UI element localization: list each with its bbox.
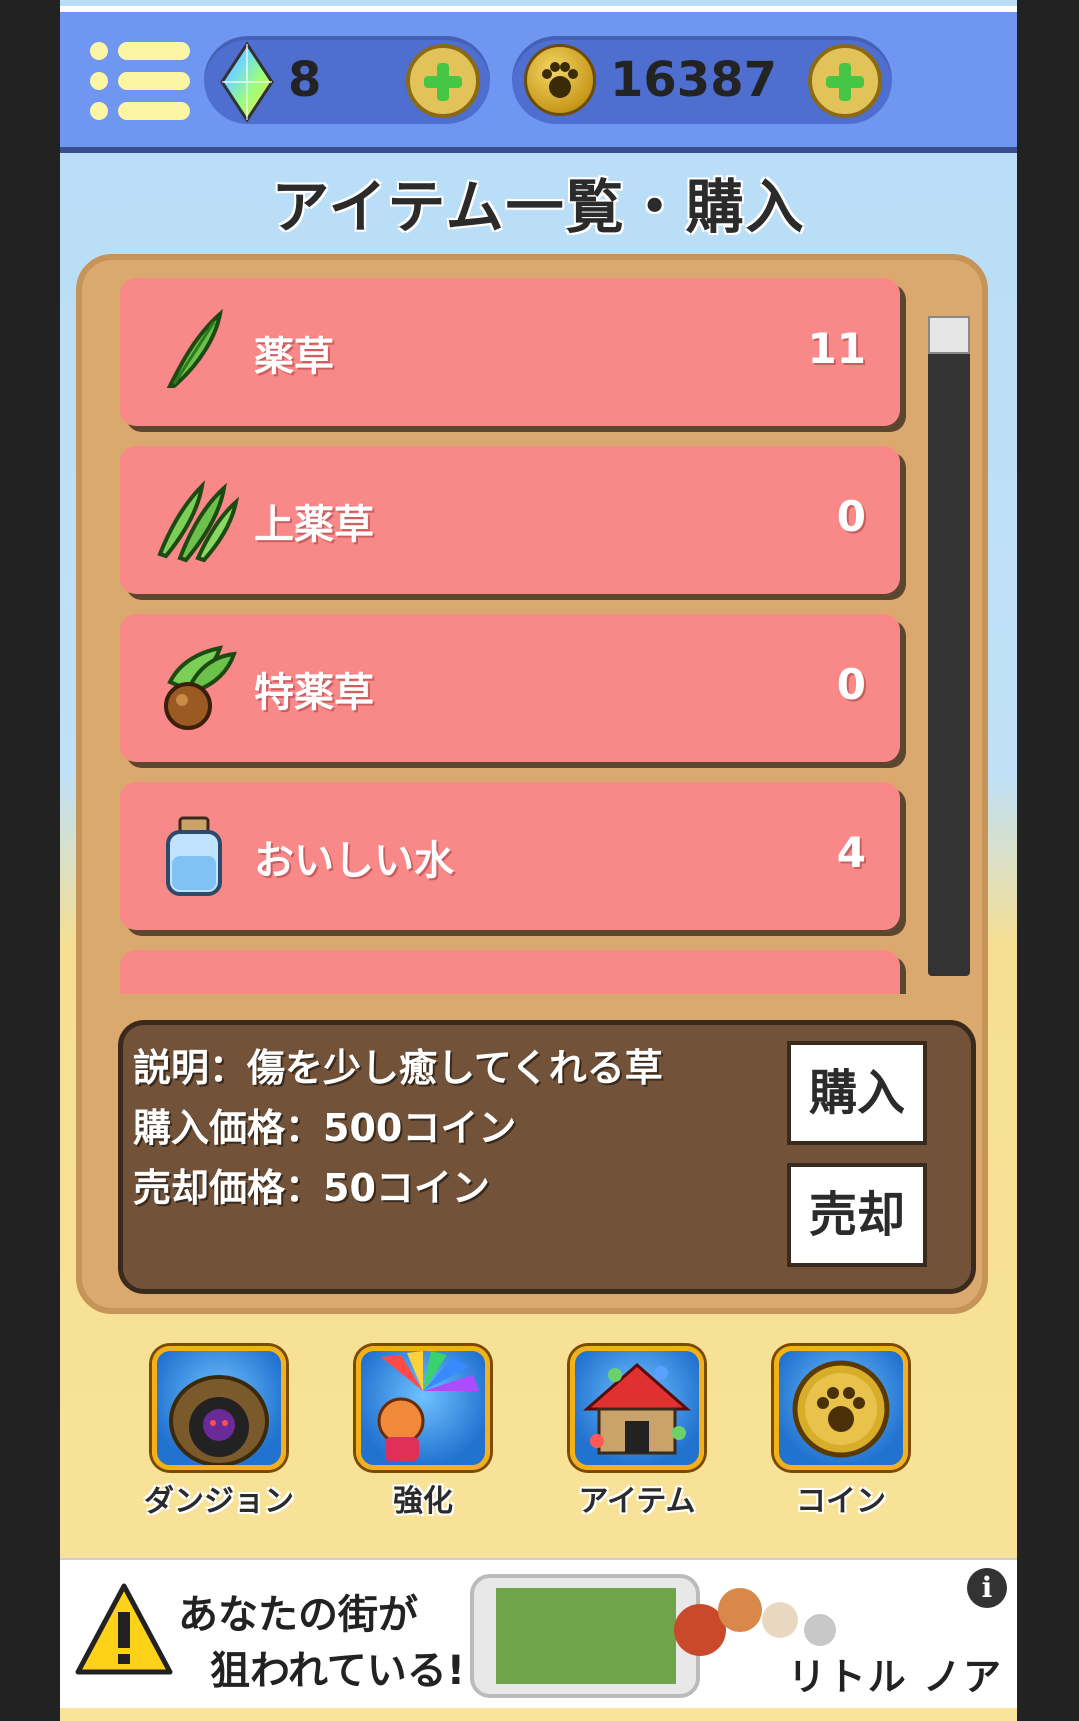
paw-coin-icon: [524, 44, 596, 116]
list-item[interactable]: おいしい水 4: [120, 782, 900, 930]
app-screen: 8 16387 アイテム一覧・購入 薬草 11 上薬草 0 特薬草 0 おいしい…: [60, 0, 1017, 1721]
list-item[interactable]: 上薬草 0: [120, 446, 900, 594]
coin-count: 16387: [610, 52, 777, 108]
power-up-icon: [356, 1346, 490, 1470]
rainbow-gem-icon: [220, 42, 274, 122]
item-name: 薬草: [254, 334, 334, 380]
warning-icon: [75, 1583, 173, 1675]
herb-bundle-icon: [157, 480, 240, 563]
item-name: おいしい水: [254, 838, 454, 884]
list-scrollbar[interactable]: [928, 316, 970, 976]
nav-label: 強化: [393, 1484, 453, 1519]
gem-count: 8: [288, 52, 322, 108]
nav-label: コイン: [796, 1484, 886, 1519]
item-panel: 薬草 11 上薬草 0 特薬草 0 おいしい水 4 説明：傷を少し癒してくれる草…: [76, 254, 988, 1314]
menu-icon[interactable]: [90, 42, 190, 120]
top-bar: 8 16387: [60, 12, 1017, 153]
list-item[interactable]: 薬草 11: [120, 278, 900, 426]
gem-counter: 8: [204, 36, 490, 124]
nav-coin-button[interactable]: コイン: [754, 1346, 924, 1519]
ad-info-icon[interactable]: i: [967, 1568, 1007, 1608]
dungeon-icon: [152, 1346, 286, 1470]
herb-icon: [166, 308, 224, 388]
item-count: 0: [836, 660, 866, 709]
item-details: 説明：傷を少し癒してくれる草 購入価格：500コイン 売却価格：50コイン 購入…: [118, 1020, 976, 1294]
ad-headline-1: あなたの街が: [178, 1592, 418, 1638]
buy-button[interactable]: 購入: [787, 1041, 927, 1145]
item-count: 4: [836, 828, 866, 877]
ad-headline-2: 狙われている!: [210, 1648, 466, 1694]
water-bottle-icon: [166, 816, 222, 896]
buy-price: 購入価格：500コイン: [133, 1106, 517, 1150]
nav-dungeon-button[interactable]: ダンジョン: [132, 1346, 302, 1519]
nav-item-button[interactable]: アイテム: [550, 1346, 720, 1519]
item-list[interactable]: 薬草 11 上薬草 0 特薬草 0 おいしい水 4: [120, 278, 910, 994]
nav-label: アイテム: [578, 1484, 696, 1519]
nav-power-up-button[interactable]: 強化: [336, 1346, 506, 1519]
item-house-icon: [570, 1346, 704, 1470]
item-count: 11: [807, 324, 866, 373]
list-item[interactable]: [120, 950, 900, 994]
item-name: 特薬草: [254, 670, 374, 716]
herb-bulb-icon: [164, 645, 237, 730]
sell-button[interactable]: 売却: [787, 1163, 927, 1267]
item-description: 説明：傷を少し癒してくれる草: [133, 1046, 663, 1090]
paw-coin-icon: [774, 1346, 908, 1470]
coin-counter: 16387: [512, 36, 892, 124]
ad-banner[interactable]: あなたの街が 狙われている! リトル ノア i: [60, 1558, 1017, 1708]
sell-price: 売却価格：50コイン: [133, 1166, 490, 1210]
list-item[interactable]: 特薬草 0: [120, 614, 900, 762]
scrollbar-thumb[interactable]: [928, 316, 970, 354]
item-count: 0: [836, 492, 866, 541]
add-coins-button[interactable]: [808, 44, 882, 118]
ad-brand: リトル ノア: [787, 1655, 1003, 1699]
item-name: 上薬草: [254, 502, 374, 548]
page-title: アイテム一覧・購入: [271, 173, 806, 241]
nav-label: ダンジョン: [144, 1484, 294, 1519]
add-gems-button[interactable]: [406, 44, 480, 118]
